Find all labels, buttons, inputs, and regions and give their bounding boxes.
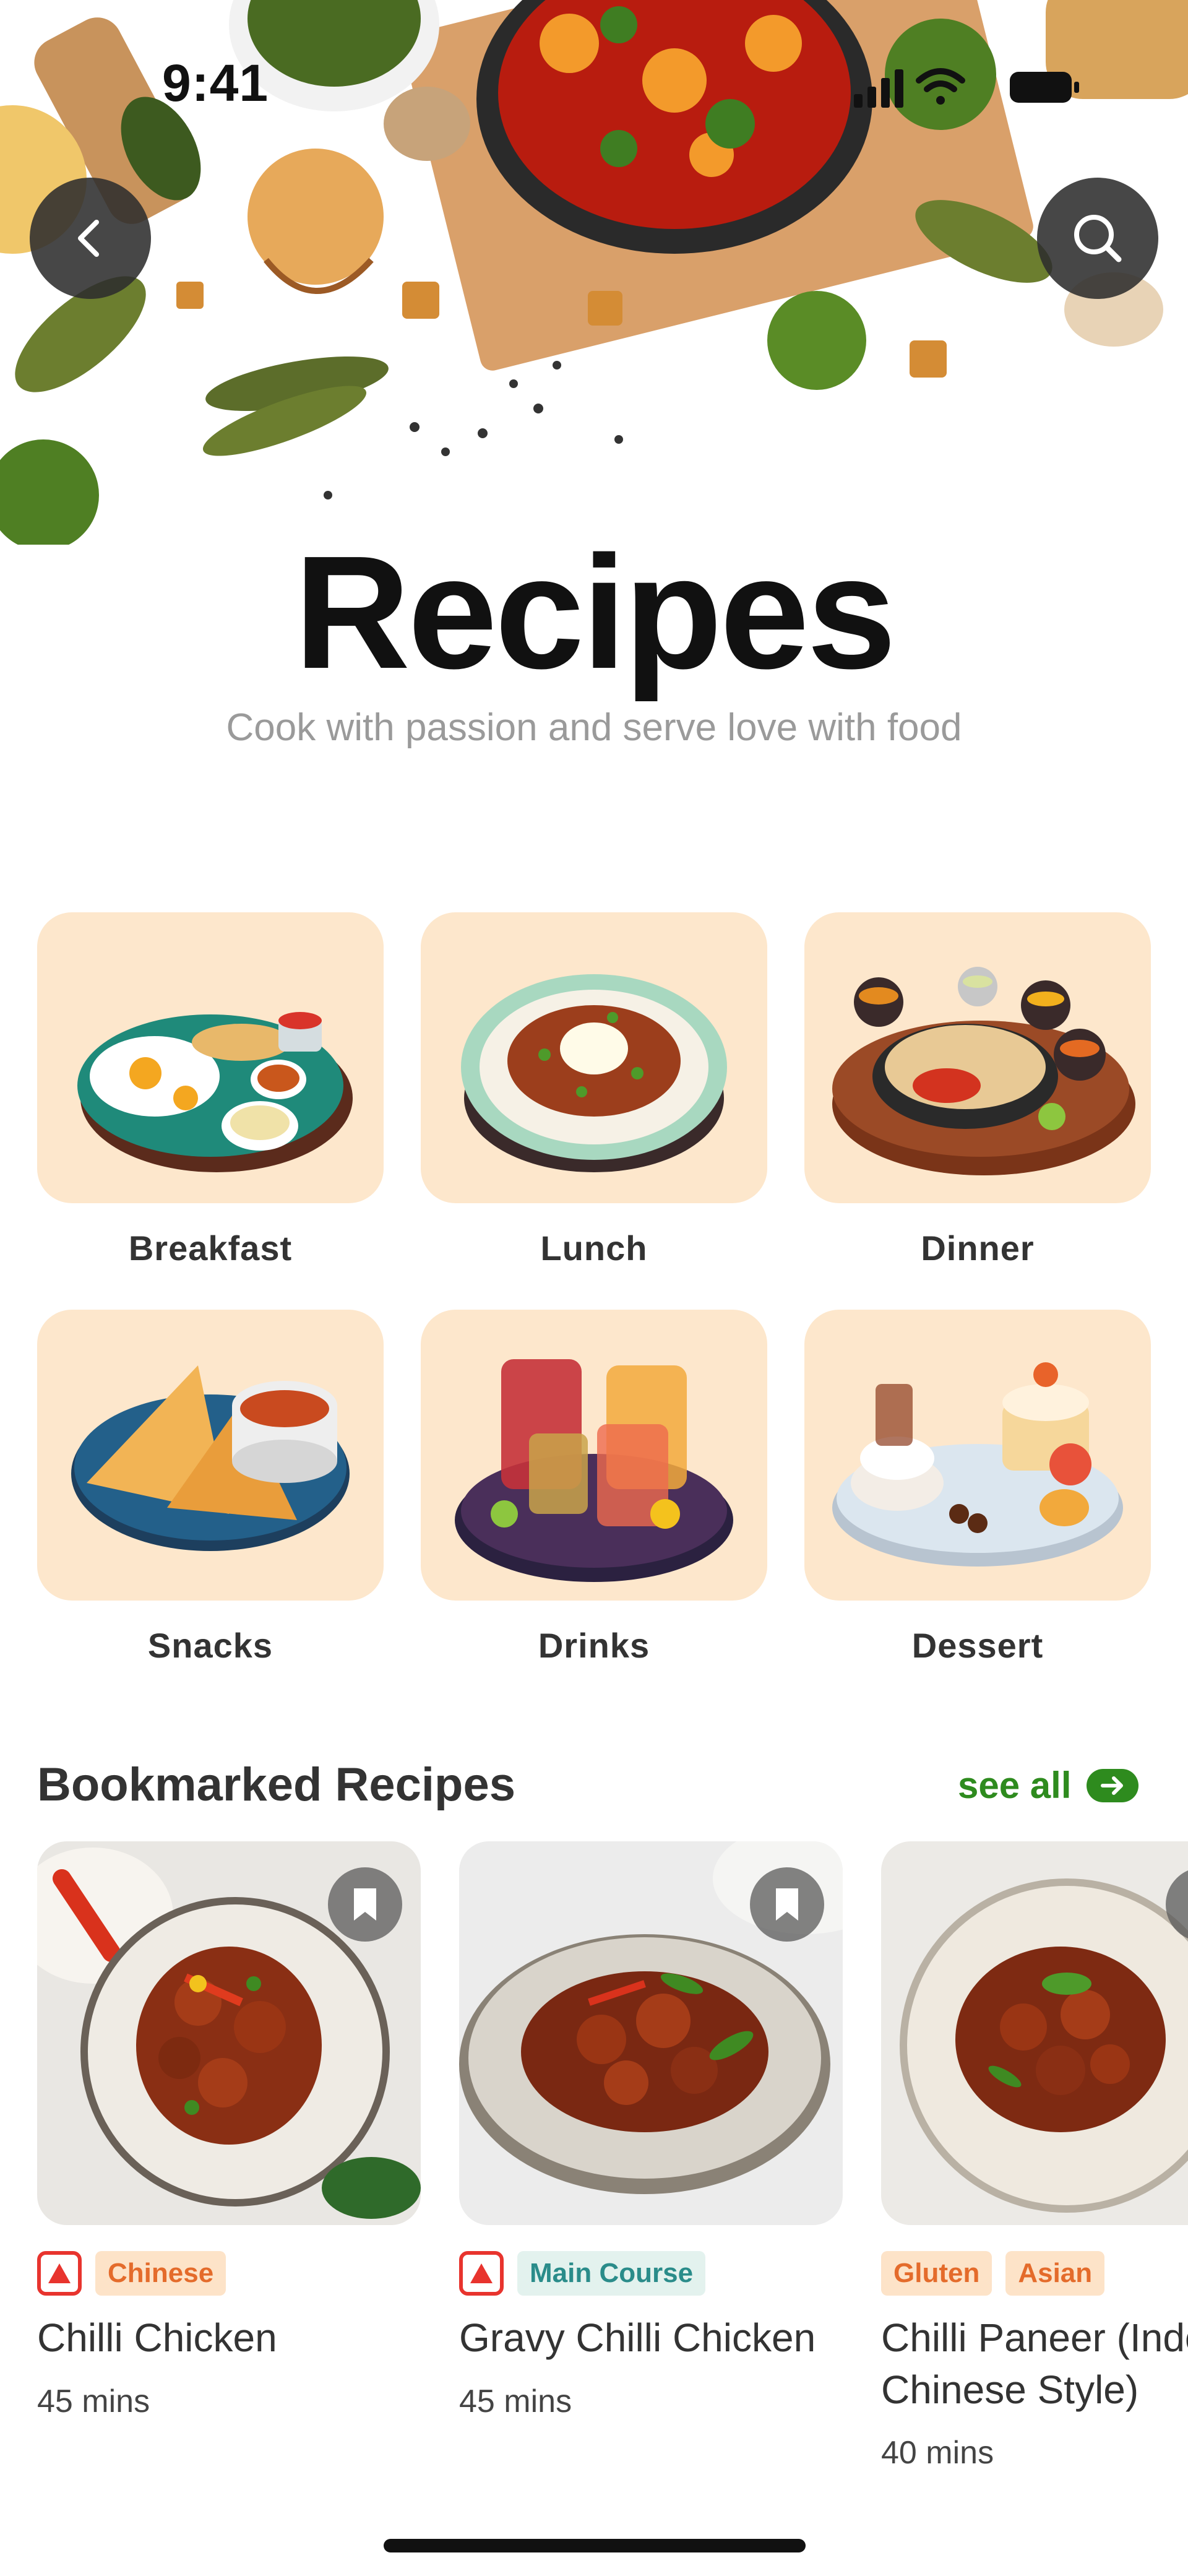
- recipe-card[interactable]: Main Course Gravy Chilli Chicken 45 mins: [459, 1841, 843, 2522]
- category-label: Breakfast: [128, 1229, 293, 1268]
- bookmark-icon: [776, 1888, 798, 1921]
- status-time: 9:41: [162, 54, 269, 112]
- see-all-link[interactable]: see all: [958, 1764, 1138, 1807]
- nonveg-icon: [37, 2251, 82, 2296]
- recipe-tag: Asian: [1005, 2251, 1105, 2296]
- snacks-illustration: [71, 1365, 350, 1551]
- recipe-tag: Gluten: [881, 2251, 992, 2296]
- hero-banner: 9:41: [0, 0, 1188, 545]
- section-title-bookmarked: Bookmarked Recipes: [37, 1758, 515, 1811]
- battery-icon: [1010, 72, 1079, 103]
- category-breakfast[interactable]: Breakfast: [37, 912, 384, 1308]
- arrow-right-icon: [1086, 1768, 1138, 1802]
- breakfast-illustration: [77, 1012, 353, 1172]
- recipe-tags: Main Course: [459, 2251, 706, 2296]
- recipe-title: Chilli Paneer (Indo Chinese Style): [881, 2315, 1188, 2412]
- chevron-left-icon: [78, 220, 99, 257]
- recipe-title: Gravy Chilli Chicken: [459, 2315, 816, 2360]
- bookmark-button[interactable]: [328, 1867, 402, 1942]
- category-label: Drinks: [538, 1626, 650, 1665]
- category-snacks[interactable]: Snacks: [37, 1310, 384, 1706]
- category-label: Lunch: [540, 1229, 648, 1268]
- dessert-illustration: [832, 1362, 1123, 1567]
- status-icons: [854, 68, 1079, 108]
- recipe-time: 40 mins: [881, 2435, 994, 2471]
- category-tile: [804, 912, 1151, 1203]
- recipe-image: [881, 1841, 1188, 2225]
- recipe-tag: Chinese: [95, 2251, 226, 2296]
- drinks-illustration: [455, 1359, 733, 1582]
- search-icon: [1074, 215, 1122, 262]
- signal-icon: [854, 69, 903, 108]
- category-tile: [804, 1310, 1151, 1601]
- see-all-label: see all: [958, 1765, 1072, 1806]
- recipe-title: Chilli Chicken: [37, 2315, 277, 2360]
- status-bar: 9:41: [0, 0, 1188, 112]
- lunch-illustration: [461, 974, 727, 1172]
- category-label: Dessert: [911, 1626, 1044, 1665]
- dinner-illustration: [832, 967, 1135, 1175]
- recipe-tags: Chinese: [37, 2251, 226, 2296]
- bookmark-button[interactable]: [750, 1867, 824, 1942]
- category-tile: [37, 912, 384, 1203]
- wifi-icon: [916, 68, 965, 105]
- search-button[interactable]: [1037, 178, 1158, 299]
- category-dessert[interactable]: Dessert: [804, 1310, 1151, 1706]
- category-lunch[interactable]: Lunch: [421, 912, 767, 1308]
- category-tile: [421, 912, 767, 1203]
- bookmark-icon: [354, 1888, 376, 1921]
- recipe-card[interactable]: Gluten Asian Chilli Paneer (Indo Chinese…: [881, 1841, 1188, 2522]
- category-drinks[interactable]: Drinks: [421, 1310, 767, 1706]
- recipe-time: 45 mins: [37, 2384, 150, 2419]
- recipe-tags: Gluten Asian: [881, 2251, 1105, 2296]
- recipe-card[interactable]: Chinese Chilli Chicken 45 mins: [37, 1841, 421, 2522]
- recipe-time: 45 mins: [459, 2384, 572, 2419]
- nonveg-icon: [459, 2251, 504, 2296]
- category-label: Dinner: [921, 1229, 1035, 1268]
- category-label: Snacks: [147, 1626, 273, 1665]
- page-subtitle: Cook with passion and serve love with fo…: [226, 706, 962, 749]
- category-tile: [421, 1310, 767, 1601]
- category-tile: [37, 1310, 384, 1601]
- home-indicator[interactable]: [384, 2539, 806, 2552]
- back-button[interactable]: [30, 178, 151, 299]
- recipe-tag: Main Course: [517, 2251, 706, 2296]
- category-dinner[interactable]: Dinner: [804, 912, 1151, 1308]
- page-title: Recipes: [294, 523, 896, 702]
